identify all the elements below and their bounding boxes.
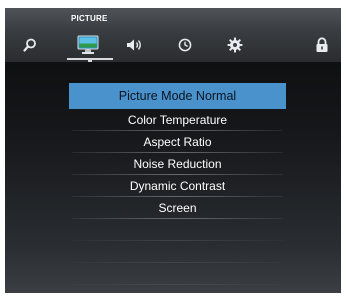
active-tab-indicator: [67, 58, 113, 64]
clock-icon: [178, 38, 192, 52]
tab-sound[interactable]: [118, 32, 152, 58]
menu-item-screen[interactable]: Screen: [69, 197, 286, 219]
menu-item-aspect-ratio[interactable]: Aspect Ratio: [69, 131, 286, 153]
tab-lock[interactable]: [305, 32, 339, 58]
menu-panel: Picture Mode Normal Color Temperature As…: [5, 62, 341, 293]
menu-item-dynamic-contrast[interactable]: Dynamic Contrast: [69, 175, 286, 197]
menu-item-empty: [69, 241, 286, 263]
lock-icon: [315, 37, 329, 53]
tab-setup[interactable]: [218, 32, 252, 58]
menu-item-empty: [69, 263, 286, 285]
menu-item-noise-reduction[interactable]: Noise Reduction: [69, 153, 286, 175]
picture-menu-list: Picture Mode Normal Color Temperature As…: [69, 83, 286, 285]
menu-item-empty: [69, 219, 286, 241]
gear-icon: [227, 37, 243, 53]
tab-picture[interactable]: [71, 32, 105, 58]
menu-item-picture-mode[interactable]: Picture Mode Normal: [69, 83, 286, 109]
monitor-icon: [76, 35, 100, 55]
tab-search[interactable]: [13, 32, 47, 58]
tab-timer[interactable]: [168, 32, 202, 58]
menu-item-color-temperature[interactable]: Color Temperature: [69, 109, 286, 131]
active-tab-title: PICTURE: [71, 14, 108, 23]
search-icon: [23, 38, 37, 52]
speaker-icon: [126, 38, 144, 52]
tv-menu-screen: PICTURE Picture Mode Normal Color Temper…: [5, 8, 341, 293]
menu-tab-bar: PICTURE: [5, 8, 341, 64]
